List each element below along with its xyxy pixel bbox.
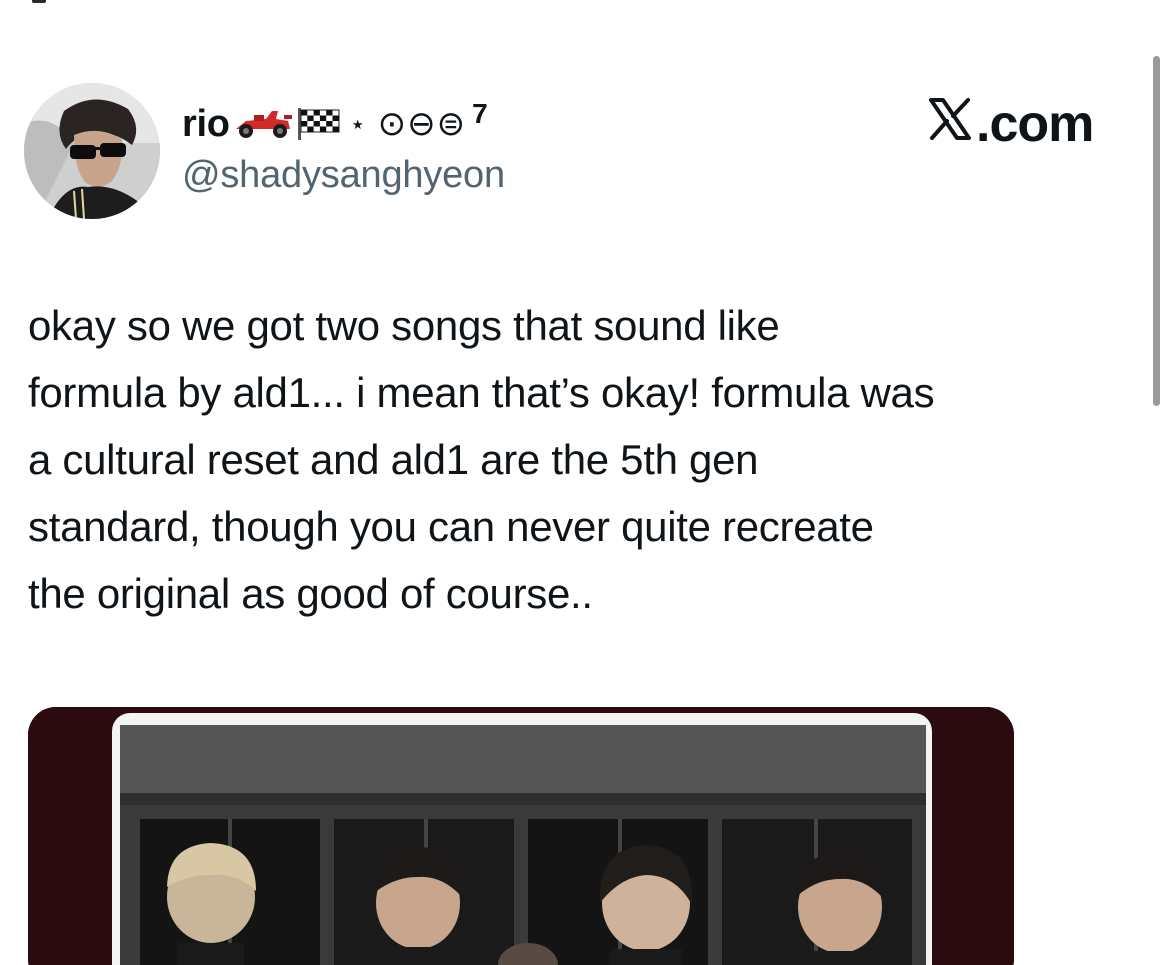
tweet-text-line: standard, though you can never quite rec… <box>28 503 874 550</box>
tweet-text-line: okay so we got two songs that sound like <box>28 302 780 349</box>
status-bar-fragment <box>32 0 46 3</box>
name-circles: ⊙⊖⊜ <box>377 105 467 143</box>
scrollbar[interactable] <box>1153 56 1160 406</box>
tweet-text: okay so we got two songs that sound like… <box>28 292 1148 627</box>
name-star: ⋆ <box>349 108 366 139</box>
group-photo-image <box>28 707 1014 965</box>
checkered-flag-icon <box>296 106 342 142</box>
author-name: rio <box>182 102 230 145</box>
brand-text: .com <box>976 95 1094 153</box>
author-handle[interactable]: @shadysanghyeon <box>182 154 505 197</box>
tweet-text-line: the original as good of course.. <box>28 570 593 617</box>
tweet-screenshot: rio ⋆ ⊙⊖⊜ 7 @shadysanghyeon .com okay so… <box>0 0 1170 965</box>
tweet-text-line: a cultural reset and ald1 are the 5th ge… <box>28 436 759 483</box>
name-superscript: 7 <box>472 98 488 129</box>
profile-photo-icon <box>24 83 160 219</box>
x-logo-icon <box>928 94 972 154</box>
tweet-media-image[interactable] <box>28 707 1014 965</box>
race-car-icon <box>232 107 294 141</box>
avatar[interactable] <box>24 83 160 219</box>
tweet-text-line: formula by ald1... i mean that’s okay! f… <box>28 369 935 416</box>
brand-mark: .com <box>928 94 1094 154</box>
display-name[interactable]: rio ⋆ ⊙⊖⊜ 7 <box>182 98 488 146</box>
